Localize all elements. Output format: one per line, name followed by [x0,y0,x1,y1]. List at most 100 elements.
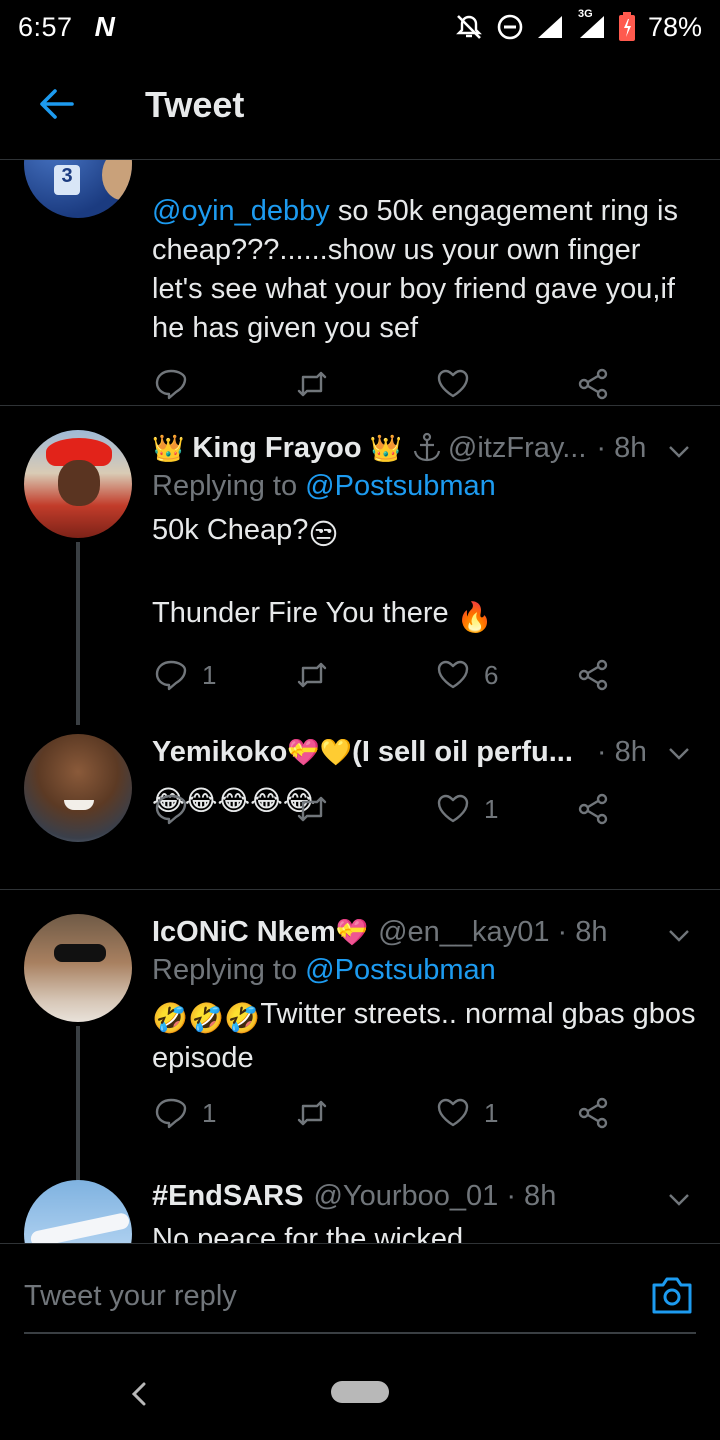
avatar[interactable] [24,430,132,538]
reply-input[interactable]: Tweet your reply [24,1280,237,1313]
tweet-item[interactable]: IcONiC Nkem 💝 @en__kay01 · 8h Replying t… [0,890,720,1190]
reply-button[interactable]: 1 [154,1096,216,1130]
tweet-actions [152,367,622,407]
chevron-down-icon[interactable] [666,922,692,948]
user-handle: @en__kay01 · 8h [378,915,608,948]
tweet-feed[interactable]: 3 @oyin_debby so 50k engagement ring is … [0,160,720,1243]
arrow-left-icon[interactable] [36,84,76,124]
retweet-icon [297,796,327,822]
tweet-item[interactable]: Yemikoko 💝 💛 (I sell oil perfu... · 8h 😂… [0,726,720,889]
share-button[interactable] [576,658,610,692]
display-name[interactable]: IcONiC Nkem [152,916,336,949]
tweet-text: @oyin_debby so 50k engagement ring is ch… [152,195,678,344]
share-icon [578,793,608,825]
nav-back-icon[interactable] [128,1381,150,1407]
chevron-down-icon[interactable] [666,438,692,464]
replying-to: Replying to @Postsubman [152,470,496,502]
top-app-bar: Tweet [0,54,720,160]
chevron-down-icon[interactable] [666,740,692,766]
system-nav-bar [0,1343,720,1440]
mute-icon [456,15,482,39]
user-handle: @itzFray... [447,431,587,464]
tweet-header: #EndSARS @Yourboo_01 · 8h [152,1176,697,1216]
retweet-icon [297,1100,327,1126]
status-bar: 6:57 N 3G 78% [0,0,720,54]
like-button[interactable] [436,367,484,401]
display-name[interactable]: King Frayoo [192,432,361,465]
share-icon [578,1097,608,1129]
battery-icon [618,12,635,41]
reply-button[interactable] [154,792,202,826]
tweet-actions: 1 [152,792,622,832]
mention-link[interactable]: @Postsubman [305,954,496,986]
tweet-item[interactable]: 👑 King Frayoo 👑 @itzFray... · 8h Replyin… [0,406,720,726]
like-button[interactable]: 6 [436,658,498,692]
retweet-button[interactable] [295,367,343,401]
share-button[interactable] [576,792,610,826]
mention-link[interactable]: @Postsubman [305,470,496,502]
retweet-icon [297,662,327,688]
rofl-emoji: 🤣🤣🤣 [152,1003,261,1035]
carrier-n-icon: N [94,11,115,42]
status-time: 6:57 [18,11,73,42]
tweet-header: 👑 King Frayoo 👑 @itzFray... · 8h [152,428,697,468]
retweet-button[interactable] [295,1096,343,1130]
anchor-icon [413,432,441,462]
avatar-detail [102,160,132,200]
share-icon [578,368,608,400]
avatar[interactable] [24,734,132,842]
tweet-time: · 8h [596,735,647,768]
heart-icon [437,1098,469,1127]
share-button[interactable] [576,1096,610,1130]
retweet-button[interactable] [295,792,343,826]
home-pill[interactable] [331,1381,389,1403]
tweet-text: 🤣🤣🤣Twitter streets.. normal gbas gbos ep… [152,998,696,1074]
heart-gift-emoji: 💝 [335,916,369,947]
fire-emoji: 🔥 [456,602,493,634]
tweet-time: · 8h [596,431,647,464]
reply-button[interactable] [154,367,202,401]
avatar[interactable] [24,1180,132,1243]
tweet-item[interactable]: #EndSARS @Yourboo_01 · 8h No peace for t… [0,1170,720,1243]
do-not-disturb-icon [497,14,523,40]
display-name[interactable]: Yemikoko [152,736,287,769]
reply-icon [155,660,187,691]
tweet-header: Yemikoko 💝 💛 (I sell oil perfu... · 8h [152,732,697,772]
face [58,460,100,506]
tweet-text: 50k Cheap?😒 Thunder Fire You there 🔥 [152,511,697,638]
camera-icon[interactable] [650,1274,694,1316]
reply-composer[interactable]: Tweet your reply [0,1243,720,1343]
tweet-content: @oyin_debby so 50k engagement ring is ch… [152,188,697,348]
tweet-content: 👑 King Frayoo 👑 @itzFray... · 8h Replyin… [152,428,697,638]
crown-icon: 👑 [369,432,402,463]
reply-button[interactable]: 1 [154,658,216,692]
chevron-down-icon[interactable] [666,1186,692,1212]
tweet-item[interactable]: 3 @oyin_debby so 50k engagement ring is … [0,160,720,405]
tweet-text: No peace for the wicked [152,1223,464,1243]
like-button[interactable]: 1 [436,1096,498,1130]
heart-icon [437,660,469,689]
heart-gift-emoji: 💝 [287,736,320,767]
reply-icon [155,1098,187,1129]
heart-icon [437,369,469,398]
avatar[interactable] [24,914,132,1022]
like-button[interactable]: 1 [436,792,498,826]
retweet-icon [297,371,327,397]
replying-to: Replying to @Postsubman [152,954,496,986]
display-name[interactable]: #EndSARS [152,1180,303,1213]
mention-link[interactable]: @oyin_debby [152,195,330,227]
tweet-content: #EndSARS @Yourboo_01 · 8h No peace for t… [152,1176,697,1244]
display-name-suffix: (I sell oil perfu... [352,735,573,768]
avatar[interactable]: 3 [24,160,132,218]
share-button[interactable] [576,367,610,401]
thread-line [76,1026,80,1190]
reply-icon [155,794,187,825]
sunglasses [54,944,106,962]
unamused-face-emoji: 😒 [308,519,339,551]
retweet-button[interactable] [295,658,343,692]
yellow-heart-emoji: 💛 [319,736,353,767]
signal-icon [537,16,562,38]
page-title: Tweet [145,84,245,125]
tweet-actions: 1 1 [152,1096,622,1136]
user-handle: @Yourboo_01 · 8h [313,1179,557,1212]
